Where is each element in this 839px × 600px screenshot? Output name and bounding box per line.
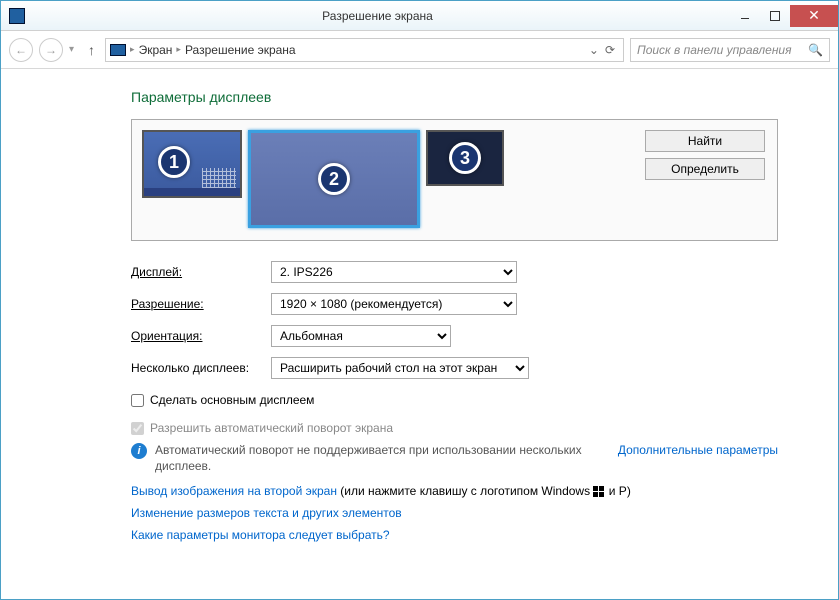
- info-icon: i: [131, 443, 147, 459]
- breadcrumb-current[interactable]: Разрешение экрана: [185, 43, 296, 57]
- auto-rotate-label: Разрешить автоматический поворот экрана: [150, 421, 393, 435]
- resolution-label: Разрешение:: [131, 297, 271, 311]
- app-icon: [9, 8, 25, 24]
- display-preview[interactable]: 1 2 3 Найти Определить: [131, 119, 778, 241]
- refresh-icon[interactable]: ⟳: [605, 43, 615, 57]
- dropdown-icon[interactable]: ⌄: [589, 43, 599, 57]
- make-primary-checkbox[interactable]: [131, 394, 144, 407]
- chevron-right-icon: ▸: [130, 44, 135, 55]
- breadcrumb[interactable]: ▸ Экран ▸ Разрешение экрана ⌄ ⟳: [105, 38, 624, 62]
- monitor-2-badge: 2: [318, 163, 350, 195]
- close-button[interactable]: ✕: [790, 5, 838, 27]
- chevron-right-icon: ▸: [176, 44, 181, 55]
- make-primary-label: Сделать основным дисплеем: [150, 393, 314, 407]
- orientation-label: Ориентация:: [131, 329, 271, 343]
- project-link[interactable]: Вывод изображения на второй экран: [131, 484, 337, 498]
- titlebar: Разрешение экрана ✕: [1, 1, 838, 31]
- monitor-3-badge: 3: [449, 142, 481, 174]
- multi-display-label: Несколько дисплеев:: [131, 361, 271, 375]
- history-dropdown-icon[interactable]: ▾: [69, 44, 74, 55]
- search-placeholder: Поиск в панели управления: [637, 43, 792, 57]
- display-label: Дисплей:: [131, 265, 271, 279]
- multi-display-select[interactable]: Расширить рабочий стол на этот экран: [271, 357, 529, 379]
- monitor-1-badge: 1: [158, 146, 190, 178]
- navbar: ← → ▾ ↑ ▸ Экран ▸ Разрешение экрана ⌄ ⟳ …: [1, 31, 838, 69]
- display-select[interactable]: 2. IPS226: [271, 261, 517, 283]
- project-tail-a: (или нажмите клавишу с логотипом Windows: [337, 484, 593, 498]
- monitor-icon: [110, 44, 126, 56]
- text-size-link[interactable]: Изменение размеров текста и других элеме…: [131, 506, 402, 520]
- orientation-select[interactable]: Альбомная: [271, 325, 451, 347]
- maximize-button[interactable]: [760, 5, 790, 27]
- up-button[interactable]: ↑: [88, 42, 95, 58]
- info-text: Автоматический поворот не поддерживается…: [155, 443, 610, 474]
- search-input[interactable]: Поиск в панели управления 🔍: [630, 38, 830, 62]
- resolution-select[interactable]: 1920 × 1080 (рекомендуется): [271, 293, 517, 315]
- auto-rotate-checkbox: [131, 422, 144, 435]
- forward-button[interactable]: →: [39, 38, 63, 62]
- windows-logo-icon: [593, 486, 605, 498]
- minimize-button[interactable]: [730, 5, 760, 27]
- find-button[interactable]: Найти: [645, 130, 765, 152]
- back-button[interactable]: ←: [9, 38, 33, 62]
- monitor-1[interactable]: 1: [142, 130, 242, 198]
- monitor-2-selected[interactable]: 2: [248, 130, 420, 228]
- window-title: Разрешение экрана: [25, 9, 730, 23]
- monitor-3[interactable]: 3: [426, 130, 504, 186]
- which-settings-link[interactable]: Какие параметры монитора следует выбрать…: [131, 528, 390, 542]
- page-heading: Параметры дисплеев: [131, 89, 778, 105]
- search-icon[interactable]: 🔍: [808, 43, 823, 57]
- advanced-settings-link[interactable]: Дополнительные параметры: [618, 443, 778, 457]
- breadcrumb-root[interactable]: Экран: [139, 43, 173, 57]
- identify-button[interactable]: Определить: [645, 158, 765, 180]
- project-tail-b: и P): [605, 484, 630, 498]
